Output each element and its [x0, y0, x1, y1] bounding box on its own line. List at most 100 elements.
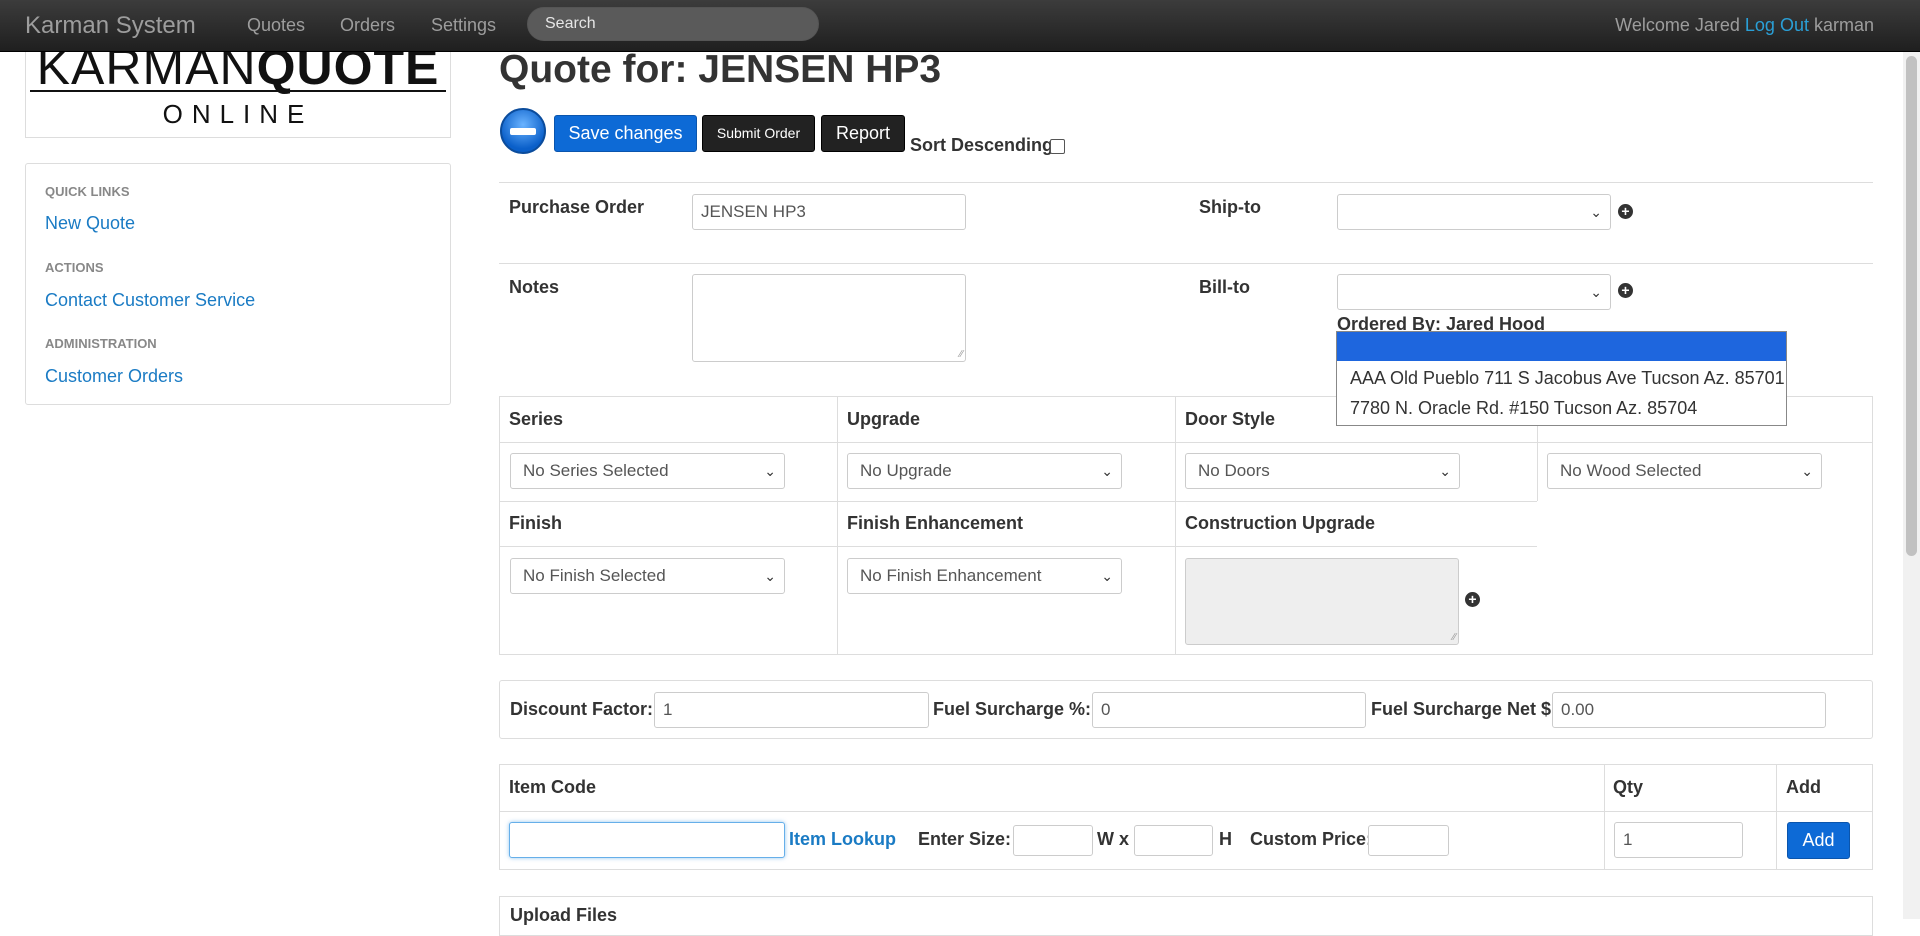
logo-subtitle: ONLINE [162, 99, 314, 129]
contact-link[interactable]: Contact Customer Service [45, 290, 255, 311]
series-selected-value: No Series Selected [523, 461, 669, 480]
finish-enhancement-label: Finish Enhancement [847, 513, 1024, 533]
sort-descending-label: Sort Descending [910, 135, 1054, 155]
chevron-down-icon: ⌄ [1801, 463, 1813, 479]
save-changes-button[interactable]: Save changes [554, 115, 697, 152]
upload-files-panel: Upload Files [499, 896, 1873, 936]
discount-factor-input[interactable]: 1 [654, 692, 929, 728]
upload-files-label: Upload Files [510, 905, 618, 925]
series-label: Series [509, 409, 564, 429]
wood-selected-value: No Wood Selected [1560, 461, 1702, 480]
purchase-order-label: Purchase Order [509, 197, 645, 217]
divider [1604, 765, 1605, 869]
qty-header: Qty [1613, 777, 1644, 797]
administration-heading: ADMINISTRATION [45, 336, 157, 351]
actions-heading: ACTIONS [45, 260, 104, 275]
door-style-selected-value: No Doors [1198, 461, 1270, 480]
add-item-button[interactable]: Add [1787, 822, 1850, 859]
ship-to-select[interactable]: ⌄ [1337, 194, 1611, 230]
dropdown-option[interactable]: AAA Old Pueblo 711 S Jacobus Ave Tucson … [1350, 368, 1785, 389]
qty-input[interactable]: 1 [1614, 822, 1743, 858]
quick-links-heading: QUICK LINKS [45, 184, 130, 199]
top-navbar: Karman System Quotes Orders Settings Wel… [0, 0, 1920, 52]
vertical-scrollbar[interactable] [1903, 51, 1920, 919]
chevron-down-icon: ⌄ [1101, 463, 1113, 479]
item-code-header: Item Code [509, 777, 597, 797]
dropdown-option-blank[interactable] [1337, 332, 1786, 361]
scrollbar-thumb[interactable] [1906, 56, 1917, 556]
search-input[interactable] [527, 7, 819, 41]
user-area: Welcome Jared Log Out karman [1615, 15, 1874, 36]
finish-enhancement-select[interactable]: No Finish Enhancement ⌄ [847, 558, 1122, 594]
minus-circle-icon [510, 128, 536, 135]
nav-settings[interactable]: Settings [431, 15, 496, 36]
dropdown-option[interactable]: 7780 N. Oracle Rd. #150 Tucson Az. 85704 [1350, 398, 1697, 419]
item-code-input[interactable] [509, 822, 785, 858]
wood-select[interactable]: No Wood Selected ⌄ [1547, 453, 1822, 489]
add-ship-to-plus-icon[interactable]: + [1618, 204, 1633, 219]
series-select[interactable]: No Series Selected ⌄ [510, 453, 785, 489]
upgrade-select[interactable]: No Upgrade ⌄ [847, 453, 1122, 489]
nav-quotes[interactable]: Quotes [247, 15, 305, 36]
construction-upgrade-label: Construction Upgrade [1185, 513, 1376, 533]
divider [499, 182, 1873, 183]
divider [500, 501, 1537, 502]
remove-quote-button[interactable] [500, 108, 546, 154]
width-x-label: W x [1097, 829, 1130, 849]
add-construction-upgrade-plus-icon[interactable]: + [1465, 592, 1480, 607]
resize-grip-icon: ∕∕ [959, 349, 963, 360]
upgrade-selected-value: No Upgrade [860, 461, 952, 480]
sidebar-panel: QUICK LINKS New Quote ACTIONS Contact Cu… [25, 163, 451, 405]
discount-factor-label: Discount Factor: [510, 699, 654, 719]
chevron-down-icon: ⌄ [1590, 204, 1602, 220]
logo: KARMANQUOTE ONLINE [25, 40, 451, 138]
enter-size-label: Enter Size: [918, 829, 1012, 849]
customer-orders-link[interactable]: Customer Orders [45, 366, 183, 387]
chevron-down-icon: ⌄ [764, 463, 776, 479]
item-lookup-link[interactable]: Item Lookup [789, 829, 896, 850]
fuel-surcharge-net-input[interactable]: 0.00 [1552, 692, 1826, 728]
logout-link[interactable]: Log Out [1745, 15, 1809, 35]
logo-rule [30, 90, 446, 92]
height-input[interactable] [1134, 825, 1213, 856]
divider [499, 263, 1873, 264]
nav-orders[interactable]: Orders [340, 15, 395, 36]
chevron-down-icon: ⌄ [1590, 284, 1602, 300]
username-text: karman [1813, 15, 1874, 35]
fuel-surcharge-percent-input[interactable]: 0 [1092, 692, 1366, 728]
chevron-down-icon: ⌄ [1439, 463, 1451, 479]
chevron-down-icon: ⌄ [764, 568, 776, 584]
custom-price-input[interactable] [1368, 825, 1449, 856]
upgrade-label: Upgrade [847, 409, 921, 429]
divider [500, 811, 1872, 812]
brand-link[interactable]: Karman System [25, 12, 196, 40]
divider [1776, 765, 1777, 869]
finish-selected-value: No Finish Selected [523, 566, 666, 585]
construction-upgrade-list[interactable]: ∕∕ [1185, 558, 1459, 645]
width-input[interactable] [1013, 825, 1093, 856]
ship-to-label: Ship-to [1199, 197, 1261, 217]
add-bill-to-plus-icon[interactable]: + [1618, 283, 1633, 298]
fuel-surcharge-net-label: Fuel Surcharge Net $ [1371, 699, 1552, 719]
divider [500, 546, 1537, 547]
door-style-label: Door Style [1185, 409, 1276, 429]
height-label: H [1219, 829, 1232, 849]
add-header: Add [1786, 777, 1821, 797]
bill-to-select[interactable]: ⌄ [1337, 274, 1611, 310]
sort-descending-checkbox[interactable] [1050, 139, 1065, 154]
divider [837, 397, 838, 654]
notes-textarea[interactable]: ∕∕ [692, 274, 966, 362]
new-quote-link[interactable]: New Quote [45, 213, 135, 234]
divider [1175, 397, 1176, 654]
finish-select[interactable]: No Finish Selected ⌄ [510, 558, 785, 594]
notes-label: Notes [509, 277, 560, 297]
chevron-down-icon: ⌄ [1101, 568, 1113, 584]
bill-to-label: Bill-to [1199, 277, 1250, 297]
submit-order-button[interactable]: Submit Order [702, 115, 815, 152]
divider [500, 442, 1872, 443]
fuel-surcharge-percent-label: Fuel Surcharge %: [933, 699, 1092, 719]
door-style-select[interactable]: No Doors ⌄ [1185, 453, 1460, 489]
purchase-order-input[interactable]: JENSEN HP3 [692, 194, 966, 230]
bill-to-dropdown-list: AAA Old Pueblo 711 S Jacobus Ave Tucson … [1336, 331, 1787, 426]
report-button[interactable]: Report [821, 115, 905, 152]
